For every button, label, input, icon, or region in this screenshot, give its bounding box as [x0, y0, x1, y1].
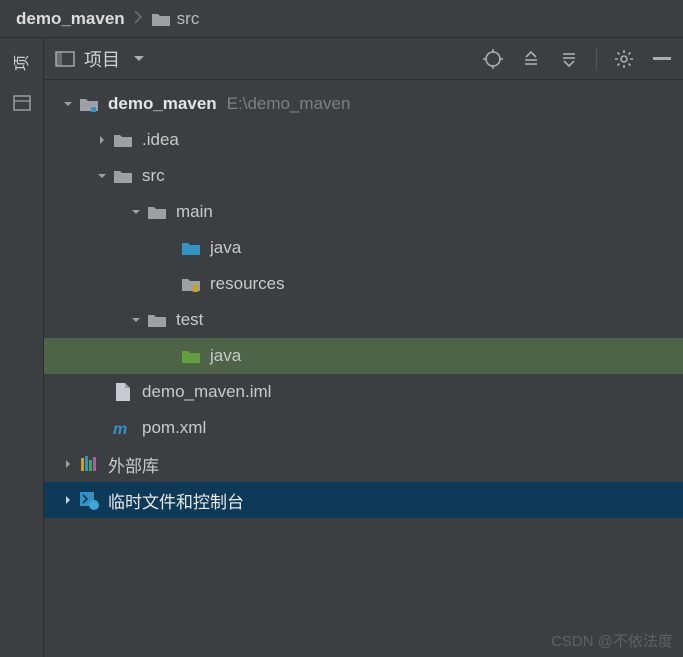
node-label: resources: [210, 274, 285, 294]
tree-node-project-root[interactable]: demo_maven E:\demo_maven: [44, 86, 683, 122]
svg-text:项: 项: [14, 55, 31, 71]
folder-icon: [146, 201, 168, 223]
folder-icon: [151, 11, 171, 27]
tree-node-idea[interactable]: .idea: [44, 122, 683, 158]
chevron-right-icon[interactable]: [58, 495, 78, 505]
node-label: java: [210, 238, 241, 258]
node-label: demo_maven: [108, 94, 217, 114]
library-icon: [78, 453, 100, 475]
tree-node-main-resources[interactable]: · resources: [44, 266, 683, 302]
node-label: pom.xml: [142, 418, 206, 438]
project-toolbar: 项目: [44, 38, 683, 80]
tree-node-test[interactable]: test: [44, 302, 683, 338]
source-folder-icon: [180, 237, 202, 259]
iml-file-icon: [112, 381, 134, 403]
gear-icon[interactable]: [613, 48, 635, 70]
tree-node-main[interactable]: main: [44, 194, 683, 230]
node-label: 临时文件和控制台: [108, 488, 244, 513]
breadcrumb-project[interactable]: demo_maven: [16, 9, 125, 29]
test-folder-icon: [180, 345, 202, 367]
toolbar-divider: [596, 48, 597, 70]
folder-icon: [112, 129, 134, 151]
node-label: src: [142, 166, 165, 186]
view-mode-icon[interactable]: [54, 48, 76, 70]
node-label: .idea: [142, 130, 179, 150]
chevron-right-icon[interactable]: [58, 459, 78, 469]
tree-node-main-java[interactable]: · java: [44, 230, 683, 266]
node-label: main: [176, 202, 213, 222]
tree-node-external-libs[interactable]: 外部库: [44, 446, 683, 482]
chevron-down-icon[interactable]: [126, 207, 146, 217]
project-folder-icon: [78, 93, 100, 115]
chevron-down-icon[interactable]: [126, 315, 146, 325]
collapse-all-icon[interactable]: [558, 48, 580, 70]
node-label: demo_maven.iml: [142, 382, 271, 402]
node-label: test: [176, 310, 203, 330]
scratches-icon: [78, 489, 100, 511]
chevron-right-icon[interactable]: [92, 135, 112, 145]
breadcrumb-current-label: src: [177, 9, 200, 29]
node-label: java: [210, 346, 241, 366]
tree-node-iml[interactable]: · demo_maven.iml: [44, 374, 683, 410]
chevron-down-icon[interactable]: [58, 99, 78, 109]
panel-title: 项目: [84, 46, 120, 72]
breadcrumb-separator-icon: [133, 9, 143, 29]
resources-folder-icon: [180, 273, 202, 295]
tree-node-src[interactable]: src: [44, 158, 683, 194]
left-gutter: 项: [0, 38, 44, 657]
folder-icon: [112, 165, 134, 187]
node-label: 外部库: [108, 452, 159, 477]
project-tool-window-button[interactable]: 项: [7, 48, 37, 78]
locate-icon[interactable]: [482, 48, 504, 70]
project-tree: demo_maven E:\demo_maven .idea src main …: [44, 80, 683, 657]
watermark: CSDN @不依法度: [551, 630, 673, 651]
tree-node-scratches[interactable]: 临时文件和控制台: [44, 482, 683, 518]
breadcrumb: demo_maven src: [0, 0, 683, 38]
expand-all-icon[interactable]: [520, 48, 542, 70]
structure-tool-window-button[interactable]: [7, 88, 37, 118]
svg-text:m: m: [113, 421, 127, 437]
tree-node-pom[interactable]: · m pom.xml: [44, 410, 683, 446]
folder-icon: [146, 309, 168, 331]
view-dropdown-icon[interactable]: [128, 48, 150, 70]
node-path: E:\demo_maven: [227, 94, 351, 114]
maven-file-icon: m: [112, 417, 134, 439]
tree-node-test-java[interactable]: · java: [44, 338, 683, 374]
chevron-down-icon[interactable]: [92, 171, 112, 181]
hide-icon[interactable]: [651, 48, 673, 70]
breadcrumb-current[interactable]: src: [151, 9, 200, 29]
